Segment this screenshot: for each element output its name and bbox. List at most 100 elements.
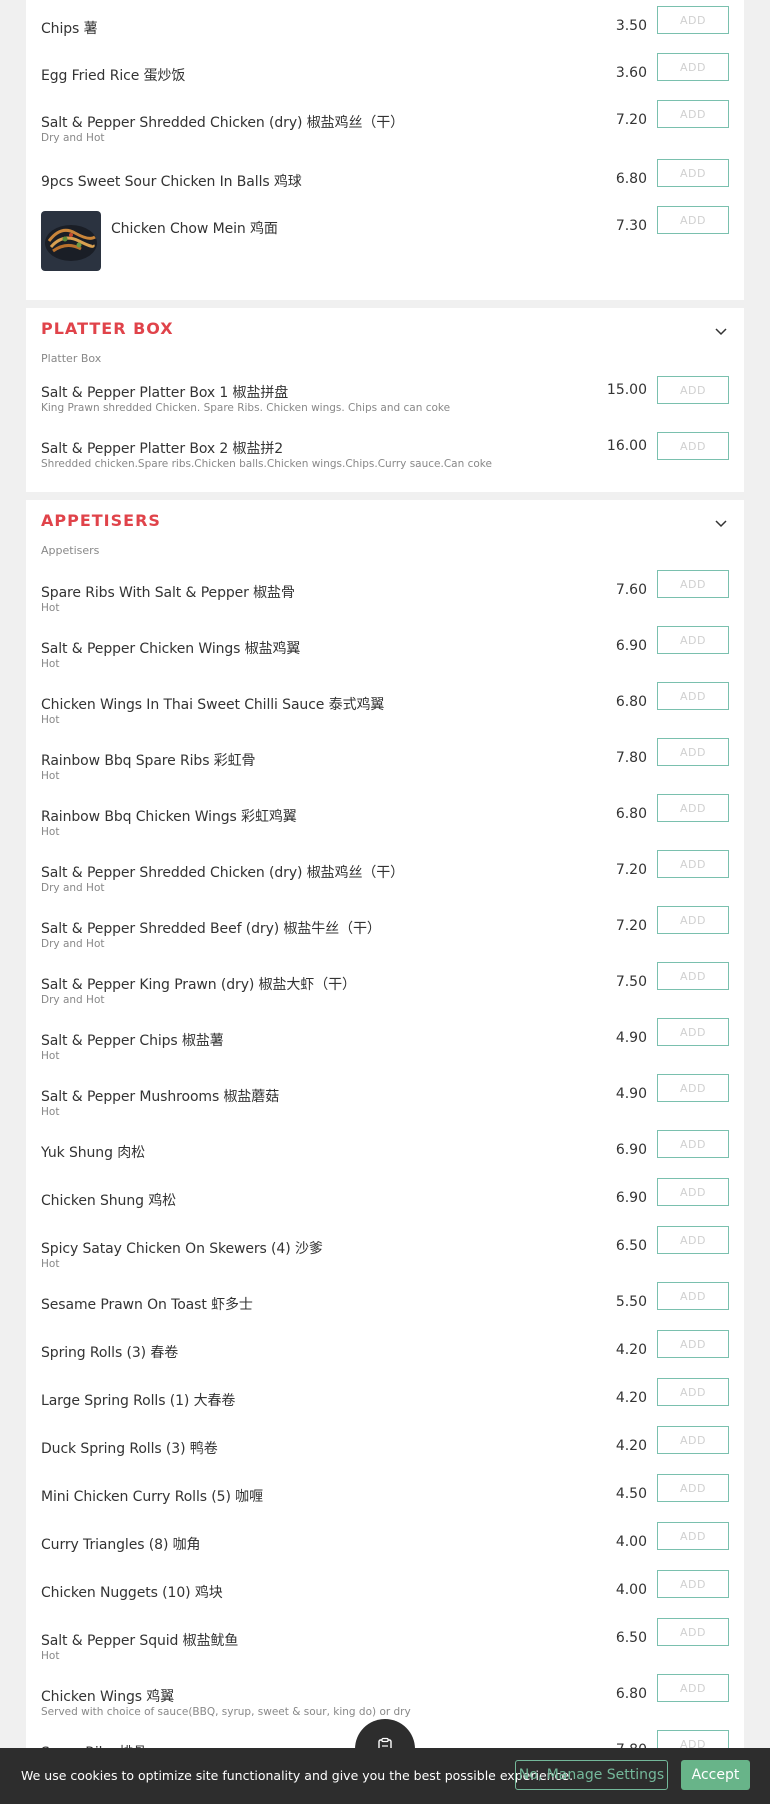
item-description: Hot	[41, 1258, 60, 1270]
add-button[interactable]: ADD	[657, 6, 729, 34]
item-price: 6.90	[615, 1190, 647, 1206]
add-button[interactable]: ADD	[657, 1474, 729, 1502]
add-button[interactable]: ADD	[657, 1074, 729, 1102]
accept-cookies-button[interactable]: Accept	[681, 1760, 750, 1790]
add-button[interactable]: ADD	[657, 626, 729, 654]
add-button[interactable]: ADD	[657, 570, 729, 598]
item-price: 7.60	[615, 582, 647, 598]
item-name: Salt & Pepper King Prawn (dry) 椒盐大虾（干）	[41, 977, 356, 993]
item-name: Chicken Chow Mein 鸡面	[111, 221, 278, 237]
item-description: King Prawn shredded Chicken. Spare Ribs.…	[41, 402, 451, 414]
section-title: APPETISERS	[41, 511, 161, 530]
add-button[interactable]: ADD	[657, 1282, 729, 1310]
item-price: 7.50	[615, 974, 647, 990]
add-button[interactable]: ADD	[657, 100, 729, 128]
chevron-down-icon[interactable]	[714, 324, 728, 338]
item-price: 6.80	[615, 806, 647, 822]
add-button[interactable]: ADD	[657, 159, 729, 187]
item-price: 6.90	[615, 1142, 647, 1158]
item-price: 7.30	[615, 218, 647, 234]
item-name: Chips 薯	[41, 21, 98, 37]
add-button[interactable]: ADD	[657, 1378, 729, 1406]
add-button[interactable]: ADD	[657, 794, 729, 822]
add-button[interactable]: ADD	[657, 1330, 729, 1358]
item-price: 7.20	[615, 918, 647, 934]
add-button[interactable]: ADD	[657, 906, 729, 934]
item-name: Sesame Prawn On Toast 虾多士	[41, 1297, 253, 1313]
platter-box-section: PLATTER BOX Platter Box Salt & Pepper Pl…	[26, 308, 744, 492]
item-description: Shredded chicken.Spare ribs.Chicken ball…	[41, 458, 492, 470]
item-description: Hot	[41, 770, 60, 782]
item-name: Chicken Wings 鸡翼	[41, 1689, 175, 1705]
item-name: Spare Ribs With Salt & Pepper 椒盐骨	[41, 585, 295, 601]
item-name: Spring Rolls (3) 春卷	[41, 1345, 179, 1361]
section-title: PLATTER BOX	[41, 319, 174, 338]
item-name: Salt & Pepper Squid 椒盐鱿鱼	[41, 1633, 239, 1649]
add-button[interactable]: ADD	[657, 1226, 729, 1254]
item-description: Hot	[41, 826, 60, 838]
item-description: Hot	[41, 1050, 60, 1062]
add-button[interactable]: ADD	[657, 738, 729, 766]
item-price: 4.90	[615, 1030, 647, 1046]
add-button[interactable]: ADD	[657, 1130, 729, 1158]
item-name: Curry Triangles (8) 咖角	[41, 1537, 201, 1553]
add-button[interactable]: ADD	[657, 1570, 729, 1598]
chevron-down-icon[interactable]	[714, 516, 728, 530]
add-button[interactable]: ADD	[657, 1018, 729, 1046]
item-price: 4.50	[615, 1486, 647, 1502]
add-button[interactable]: ADD	[657, 1674, 729, 1702]
add-button[interactable]: ADD	[657, 206, 729, 234]
menu-card-top: Chips 薯 3.50 ADD Egg Fried Rice 蛋炒饭 3.60…	[26, 0, 744, 300]
item-description: Hot	[41, 1650, 60, 1662]
item-price: 7.20	[615, 862, 647, 878]
item-name: Yuk Shung 肉松	[41, 1145, 146, 1161]
item-price: 5.50	[615, 1294, 647, 1310]
item-description: Hot	[41, 658, 60, 670]
item-name: Spicy Satay Chicken On Skewers (4) 沙爹	[41, 1241, 323, 1257]
item-name: Salt & Pepper Shredded Beef (dry) 椒盐牛丝（干…	[41, 921, 381, 937]
item-description: Dry and Hot	[41, 938, 105, 950]
item-price: 4.20	[615, 1438, 647, 1454]
add-button[interactable]: ADD	[657, 850, 729, 878]
section-subtitle: Platter Box	[41, 352, 102, 365]
item-name: 9pcs Sweet Sour Chicken In Balls 鸡球	[41, 174, 302, 190]
item-name: Chicken Nuggets (10) 鸡块	[41, 1585, 223, 1601]
item-name: Rainbow Bbq Chicken Wings 彩虹鸡翼	[41, 809, 297, 825]
add-button[interactable]: ADD	[657, 376, 729, 404]
menu-page: Chips 薯 3.50 ADD Egg Fried Rice 蛋炒饭 3.60…	[0, 0, 770, 1804]
item-name: Salt & Pepper Platter Box 1 椒盐拼盘	[41, 385, 289, 401]
add-button[interactable]: ADD	[657, 1618, 729, 1646]
item-name: Chicken Shung 鸡松	[41, 1193, 177, 1209]
item-price: 4.00	[615, 1534, 647, 1550]
item-name: Salt & Pepper Shredded Chicken (dry) 椒盐鸡…	[41, 115, 405, 131]
add-button[interactable]: ADD	[657, 1426, 729, 1454]
item-description: Dry and Hot	[41, 994, 105, 1006]
cookie-banner: We use cookies to optimize site function…	[0, 1748, 770, 1804]
section-subtitle: Appetisers	[41, 544, 100, 557]
cookie-message: We use cookies to optimize site function…	[21, 1768, 574, 1783]
item-name: Duck Spring Rolls (3) 鸭卷	[41, 1441, 218, 1457]
item-price: 3.60	[615, 65, 647, 81]
item-description: Dry and Hot	[41, 132, 105, 144]
add-button[interactable]: ADD	[657, 962, 729, 990]
manage-settings-button[interactable]: No, Manage Settings	[515, 1760, 668, 1790]
item-description: Hot	[41, 1106, 60, 1118]
item-name: Salt & Pepper Chips 椒盐薯	[41, 1033, 224, 1049]
add-button[interactable]: ADD	[657, 53, 729, 81]
item-price: 6.90	[615, 638, 647, 654]
item-price: 6.50	[615, 1630, 647, 1646]
item-name: Salt & Pepper Shredded Chicken (dry) 椒盐鸡…	[41, 865, 405, 881]
item-description: Hot	[41, 714, 60, 726]
item-price: 4.20	[615, 1342, 647, 1358]
appetisers-section: APPETISERS Appetisers Spare Ribs With Sa…	[26, 500, 744, 1804]
item-price: 6.80	[615, 171, 647, 187]
item-name: Salt & Pepper Platter Box 2 椒盐拼2	[41, 441, 284, 457]
add-button[interactable]: ADD	[657, 1178, 729, 1206]
add-button[interactable]: ADD	[657, 1522, 729, 1550]
add-button[interactable]: ADD	[657, 682, 729, 710]
item-price: 15.00	[606, 382, 647, 398]
item-price: 4.00	[615, 1582, 647, 1598]
item-name: Salt & Pepper Chicken Wings 椒盐鸡翼	[41, 641, 301, 657]
add-button[interactable]: ADD	[657, 432, 729, 460]
item-price: 7.20	[615, 112, 647, 128]
